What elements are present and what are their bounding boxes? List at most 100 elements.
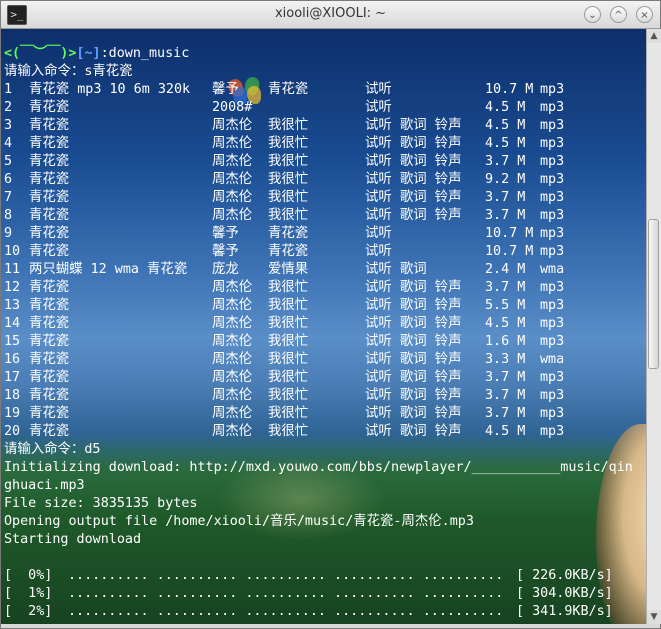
result-title: 青花瓷 [29, 154, 70, 169]
result-number: 19 [4, 406, 21, 421]
result-actions: 试听 歌词 铃声 [365, 172, 462, 187]
result-actions: 试听 歌词 铃声 [365, 190, 462, 205]
result-album: 青花瓷 [268, 244, 309, 259]
result-artist: 周杰伦 [212, 334, 253, 349]
collapse-button[interactable]: ⌄ [584, 6, 601, 23]
result-actions: 试听 歌词 铃声 [365, 280, 462, 295]
result-title: 青花瓷 [29, 226, 70, 241]
result-album: 我很忙 [268, 172, 309, 187]
result-album: 我很忙 [268, 352, 309, 367]
result-actions: 试听 歌词 铃声 [365, 154, 462, 169]
result-size: 3.7 M [485, 280, 526, 295]
result-artist: 周杰伦 [212, 370, 253, 385]
input-line: 请输入命令：s青花瓷 [4, 64, 133, 79]
result-actions: 试听 [365, 226, 392, 241]
result-actions: 试听 歌词 铃声 [365, 334, 462, 349]
result-actions: 试听 歌词 铃声 [365, 136, 462, 151]
result-title: 青花瓷 [29, 280, 70, 295]
result-row: 16 青花瓷 周杰伦 我很忙 试听 歌词 铃声 3.3 M wma [4, 351, 633, 369]
log-line: Starting download [4, 532, 142, 547]
result-format: mp3 [540, 424, 565, 439]
result-artist: 庞龙 [212, 262, 239, 277]
result-row: 11 两只蝴蝶 12 wma 青花瓷 庞龙 爱情果 试听 歌词 2.4 M wma [4, 261, 633, 279]
result-row: 17 青花瓷 周杰伦 我很忙 试听 歌词 铃声 3.7 M mp3 [4, 369, 633, 387]
result-number: 10 [4, 244, 21, 259]
result-number: 17 [4, 370, 21, 385]
input-line: 请输入命令：d5 [4, 442, 101, 457]
result-number: 16 [4, 352, 21, 367]
result-title: 青花瓷 [29, 208, 70, 223]
result-actions: 试听 歌词 铃声 [365, 316, 462, 331]
result-actions: 试听 歌词 铃声 [365, 352, 462, 367]
result-album: 我很忙 [268, 118, 309, 133]
result-album: 我很忙 [268, 208, 309, 223]
result-size: 10.7 M [485, 82, 534, 97]
result-row: 6 青花瓷 周杰伦 我很忙 试听 歌词 铃声 9.2 M mp3 [4, 171, 633, 189]
progress-dots: .......... .......... .......... .......… [68, 604, 504, 619]
result-size: 4.5 M [485, 424, 526, 439]
result-size: 3.7 M [485, 370, 526, 385]
result-title: 青花瓷 [29, 316, 70, 331]
progress-dots: .......... .......... .......... .......… [68, 568, 504, 583]
result-title: 青花瓷 [29, 370, 70, 385]
result-row: 9 青花瓷 馨予 青花瓷 试听 10.7 M mp3 [4, 225, 633, 243]
result-artist: 周杰伦 [212, 190, 253, 205]
result-size: 3.7 M [485, 190, 526, 205]
progress-rate: [ 304.0KB/s] [516, 586, 613, 601]
result-title: 青花瓷 [29, 100, 70, 115]
result-number: 20 [4, 424, 21, 439]
result-album: 青花瓷 [268, 82, 309, 97]
prompt-face: <(￣︶￣)> [4, 46, 77, 61]
window-title: xiooli@XIOOLI: ~ [274, 6, 387, 21]
result-artist: 馨予 [212, 244, 239, 259]
result-format: mp3 [540, 406, 565, 421]
result-format: wma [540, 262, 565, 277]
result-actions: 试听 歌词 铃声 [365, 388, 462, 403]
terminal-window: >_ xiooli@XIOOLI: ~ ⌄ ^ × <(￣︶￣)>[~]:dow… [0, 0, 661, 629]
result-format: mp3 [540, 82, 565, 97]
result-title: 青花瓷 [29, 424, 70, 439]
result-number: 2 [4, 100, 13, 115]
result-artist: 馨予 [212, 82, 239, 97]
vertical-scrollbar[interactable]: ▲ ▼ [646, 29, 661, 624]
result-actions: 试听 歌词 铃声 [365, 406, 462, 421]
result-artist: 周杰伦 [212, 406, 253, 421]
progress-percent: [ 2%] [4, 604, 53, 619]
prompt-command: :down_music [100, 46, 190, 61]
result-size: 3.7 M [485, 388, 526, 403]
title-bar[interactable]: >_ xiooli@XIOOLI: ~ ⌄ ^ × [1, 1, 660, 29]
scrollbar-thumb[interactable] [648, 219, 659, 369]
close-button[interactable]: × [636, 6, 653, 23]
result-album: 我很忙 [268, 388, 309, 403]
result-format: mp3 [540, 190, 565, 205]
result-title: 青花瓷 [29, 334, 70, 349]
result-artist: 周杰伦 [212, 118, 253, 133]
result-actions: 试听 [365, 100, 392, 115]
maximize-button[interactable]: ^ [610, 6, 627, 23]
result-number: 9 [4, 226, 13, 241]
result-album: 我很忙 [268, 406, 309, 421]
result-actions: 试听 歌词 铃声 [365, 424, 462, 439]
result-title: 青花瓷 [29, 298, 70, 313]
result-number: 15 [4, 334, 21, 349]
prompt-path: [~] [76, 46, 101, 61]
log-line: Opening output file /home/xiooli/音乐/musi… [4, 514, 474, 529]
terminal-area[interactable]: <(￣︶￣)>[~]:down_music 请输入命令：s青花瓷 1 青花瓷 mp… [1, 29, 646, 624]
result-row: 19 青花瓷 周杰伦 我很忙 试听 歌词 铃声 3.7 M mp3 [4, 405, 633, 423]
result-size: 4.5 M [485, 118, 526, 133]
result-title: 青花瓷 [29, 136, 70, 151]
scroll-down-arrow-icon[interactable]: ▼ [647, 610, 661, 624]
result-title: 青花瓷 [29, 406, 70, 421]
result-row: 10 青花瓷 馨予 青花瓷 试听 10.7 M mp3 [4, 243, 633, 261]
result-actions: 试听 [365, 82, 392, 97]
scroll-up-arrow-icon[interactable]: ▲ [647, 29, 661, 43]
result-album: 我很忙 [268, 298, 309, 313]
result-album: 我很忙 [268, 190, 309, 205]
result-title: 青花瓷 [29, 352, 70, 367]
result-format: mp3 [540, 154, 565, 169]
result-album: 我很忙 [268, 154, 309, 169]
result-title: 两只蝴蝶 12 wma 青花瓷 [29, 262, 188, 277]
result-number: 14 [4, 316, 21, 331]
result-artist: 周杰伦 [212, 280, 253, 295]
result-artist: 周杰伦 [212, 352, 253, 367]
